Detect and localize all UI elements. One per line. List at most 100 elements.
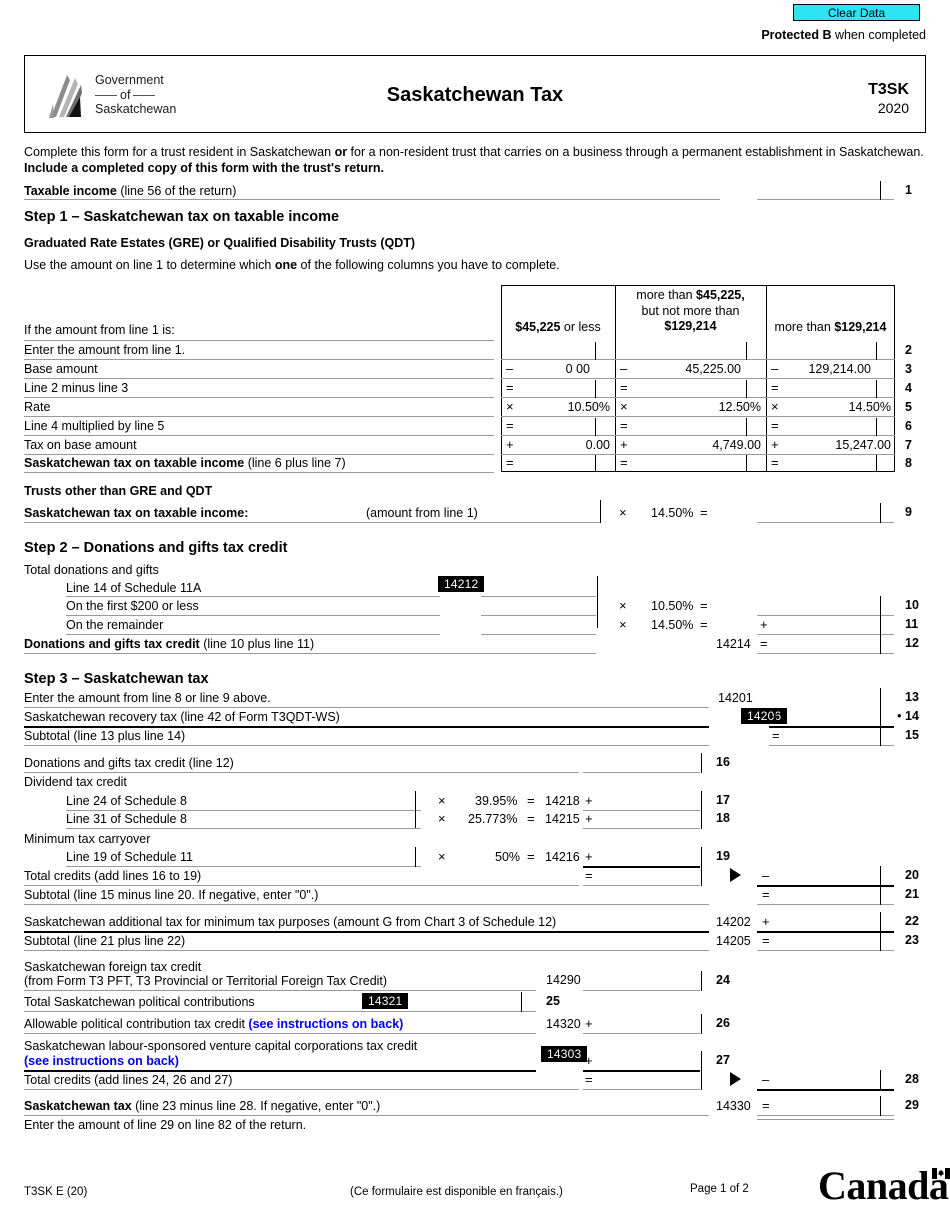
- step1-row-6-op-3: =: [771, 418, 779, 433]
- step1-row-5-op-2: ×: [620, 399, 628, 414]
- step1-column-header-2: more than $45,225, but not more than $12…: [636, 288, 745, 334]
- step3-line24-label-2: (from Form T3 PFT, T3 Provincial or Terr…: [24, 974, 388, 988]
- step3-line20-op: =: [585, 868, 593, 883]
- step3-line24-cents-divider: [701, 971, 703, 991]
- step3-line25-rule: [24, 1011, 536, 1012]
- step3-line28-carry-rule: [757, 1089, 894, 1091]
- line-number-16: 16: [716, 755, 730, 769]
- step1-row-5-label: Rate: [24, 400, 51, 414]
- step3-line15-rule: [24, 745, 709, 746]
- step2-row-11-op: ×: [619, 617, 627, 632]
- clear-data-button[interactable]: Clear Data: [793, 4, 920, 21]
- step1-cents-divider-r8c3: [876, 455, 878, 472]
- box-code-14320: 14320: [546, 1017, 581, 1031]
- step3-line19-equals: =: [527, 849, 535, 864]
- other-trusts-heading: Trusts other than GRE and QDT: [24, 484, 213, 498]
- line9-rule: [24, 522, 600, 523]
- step2-total-credit-label: Donations and gifts tax credit (line 10 …: [24, 637, 315, 651]
- step3-line14-bullet: •: [897, 708, 902, 723]
- step3-line20-label: Total credits (add lines 16 to 19): [24, 869, 202, 883]
- step3-line20-minus: –: [762, 868, 770, 883]
- step1-cents-divider-r4c3: [876, 380, 878, 398]
- step1-row-4-op-2: =: [620, 380, 628, 395]
- step3-line28-cents-divider: [701, 1070, 703, 1090]
- step3-line25-cents-divider: [521, 992, 523, 1012]
- step3-heading: Step 3 – Saskatchewan tax: [24, 671, 209, 687]
- step2-row-10-amount-rule: [481, 615, 596, 616]
- step1-cents-divider-r6c3: [876, 418, 878, 436]
- step3-line21-rule: [24, 904, 709, 905]
- step1-row-7-rule: [24, 454, 494, 455]
- line-number-18: 18: [716, 811, 730, 825]
- step1-cents-divider-r6c2: [746, 418, 748, 436]
- form-page: Clear Data Protected B when completed Go…: [0, 0, 950, 1230]
- canada-wordmark: Canada: [818, 1163, 950, 1208]
- see-instructions-link-27[interactable]: (see instructions on back): [24, 1054, 179, 1068]
- step1-row-5-op-3: ×: [771, 399, 779, 414]
- box-code-14205: 14205: [716, 934, 751, 948]
- line9-rate: 14.50%: [651, 506, 694, 520]
- step1-row-7-op-2: +: [620, 437, 628, 452]
- step1-row-header-rule: [24, 340, 494, 341]
- step3-line18-op: ×: [438, 811, 446, 826]
- step3-line18-rule: [66, 828, 421, 829]
- step1-row-3-value-3: 129,214.00: [808, 362, 871, 376]
- line-number-15: 15: [905, 728, 919, 742]
- step1-row-header-label: If the amount from line 1 is:: [24, 323, 175, 337]
- step1-row-8-label: Saskatchewan tax on taxable income (line…: [24, 456, 346, 470]
- step3-line22-rule: [24, 931, 709, 933]
- step1-instruction: Use the amount on line 1 to determine wh…: [24, 258, 560, 272]
- step1-heading: Step 1 – Saskatchewan tax on taxable inc…: [24, 209, 340, 225]
- step3-line27-op: +: [585, 1053, 593, 1068]
- line-number-7: 7: [905, 438, 912, 452]
- step1-row-7-value-1: 0.00: [585, 438, 610, 452]
- step1-cents-divider-r8c2: [746, 455, 748, 472]
- step1-row-4-op-1: =: [506, 380, 514, 395]
- step3-line17-rule: [66, 810, 421, 811]
- step3-line18-carry-op: +: [585, 811, 593, 826]
- step3-line21-amount-rule: [757, 904, 894, 905]
- step1-row-3-rule: [24, 378, 494, 379]
- step1-cents-divider-r2c3: [876, 342, 878, 360]
- step3-line15-amount-rule: [769, 745, 894, 746]
- step1-row-3-value-1: 0 00: [565, 362, 590, 376]
- step3-line26-op: +: [585, 1016, 593, 1031]
- line-number-11: 11: [905, 617, 919, 631]
- step3-line21-cents-divider: [880, 885, 882, 905]
- step2-row-11-amount-rule: [481, 634, 596, 635]
- step1-row-5-cellrule: [501, 416, 895, 417]
- form-code-block: T3SK 2020: [868, 80, 909, 118]
- step2-row-10-label: On the first $200 or less: [66, 599, 199, 613]
- step3-line17-rate: 39.95%: [475, 794, 518, 808]
- step1-row-4-op-3: =: [771, 380, 779, 395]
- step1-row-6-cellrule: [501, 435, 895, 436]
- line-number-19: 19: [716, 849, 730, 863]
- step3-line15-op: =: [772, 728, 780, 743]
- step3-line14-label: Saskatchewan recovery tax (line 42 of Fo…: [24, 710, 340, 724]
- step3-line28-amount-rule: [583, 1089, 700, 1090]
- footer-page-number: Page 1 of 2: [690, 1183, 749, 1195]
- step1-cents-divider-r8c1: [595, 455, 597, 472]
- step3-line22-op: +: [762, 914, 770, 929]
- step1-row-5-rule: [24, 416, 494, 417]
- step3-line19-carry-op: +: [585, 849, 593, 864]
- step1-cents-divider-r2c2: [746, 342, 748, 360]
- step2-schedule11a-label: Line 14 of Schedule 11A: [66, 581, 202, 595]
- see-instructions-link-26[interactable]: (see instructions on back): [248, 1017, 403, 1031]
- line9-op: ×: [619, 505, 627, 520]
- step1-row-6-op-1: =: [506, 418, 514, 433]
- step3-line16-cents-divider: [701, 753, 703, 773]
- step3-line18-rate: 25.773%: [468, 812, 518, 826]
- step1-row-3-op-3: –: [771, 361, 779, 376]
- step3-line14-rule: [24, 726, 709, 728]
- protected-b-notice: Protected B when completed: [761, 28, 926, 42]
- step1-row-5-value-2: 12.50%: [718, 400, 761, 414]
- step3-line29-amount-rule-a: [757, 1115, 894, 1116]
- line-number-8: 8: [905, 456, 912, 470]
- form-year: 2020: [877, 100, 909, 116]
- step1-row-7-value-3: 15,247.00: [835, 438, 891, 452]
- line-number-3: 3: [905, 362, 912, 376]
- line-number-29: 29: [905, 1098, 919, 1112]
- step3-line17-carry-op: +: [585, 793, 593, 808]
- step2-row-11-equals: =: [700, 617, 708, 632]
